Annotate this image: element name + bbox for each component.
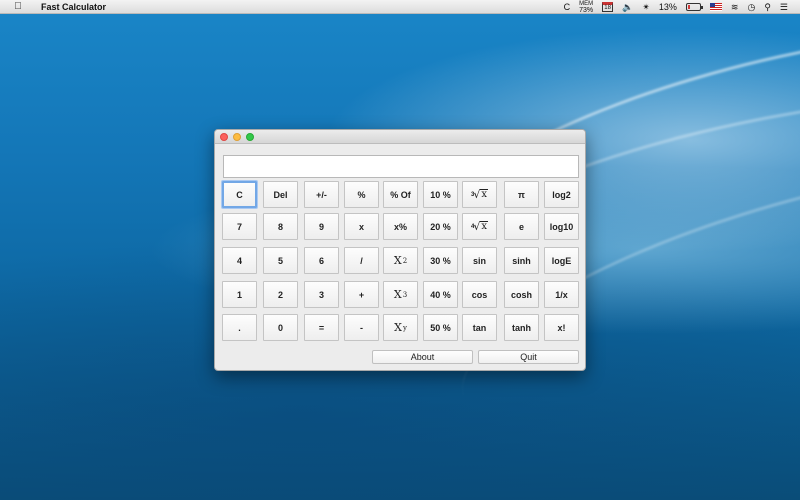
memory-value: 73% (579, 6, 594, 14)
power-base: X (393, 254, 402, 267)
key-add[interactable]: + (344, 281, 379, 308)
key-tan[interactable]: tan (462, 314, 497, 341)
clock-icon[interactable]: ◷ (747, 2, 755, 13)
key-cube[interactable]: X3 (383, 281, 418, 308)
notification-center-icon[interactable]: ☰ (780, 2, 788, 13)
memory-status[interactable]: MEM 73% (579, 1, 593, 14)
key-multiply[interactable]: x (344, 213, 379, 240)
key-clear[interactable]: C (222, 181, 257, 208)
volume-icon[interactable]: 🔈 (622, 2, 633, 13)
key-digit-8[interactable]: 8 (263, 213, 298, 240)
key-cosh[interactable]: cosh (504, 281, 539, 308)
about-button[interactable]: About (372, 350, 473, 364)
key-cos[interactable]: cos (462, 281, 497, 308)
status-area: C MEM 73% 18 🔈 ✴ 13% ≋ ◷ ⚲ ☰ (564, 0, 788, 14)
key-pi[interactable]: π (504, 181, 539, 208)
key-percent[interactable]: % (344, 181, 379, 208)
key-digit-1[interactable]: 1 (222, 281, 257, 308)
key-square[interactable]: X2 (383, 247, 418, 274)
calendar-icon[interactable]: 18 (602, 2, 614, 12)
key-divide[interactable]: / (344, 247, 379, 274)
key-fourth-root[interactable]: 4 √ x (462, 213, 497, 240)
key-50-percent[interactable]: 50 % (423, 314, 458, 341)
key-20-percent[interactable]: 20 % (423, 213, 458, 240)
zoom-window-button[interactable] (246, 133, 254, 141)
key-tanh[interactable]: tanh (504, 314, 539, 341)
key-euler[interactable]: e (504, 213, 539, 240)
power-exponent: 2 (402, 256, 408, 265)
calculator-window: C Del +/-%% Of 10 % 3 √ x π log2 7 8 9 x x% 20 % 4 √ x e lo… (214, 129, 586, 371)
key-digit-0[interactable]: 0 (263, 314, 298, 341)
key-digit-4[interactable]: 4 (222, 247, 257, 274)
radicand: x (480, 189, 488, 200)
app-menu-name[interactable]: Fast Calculator (41, 2, 106, 12)
radical-icon: √ (473, 188, 481, 201)
key-digit-6[interactable]: 6 (304, 247, 339, 274)
key-equals[interactable]: = (304, 314, 339, 341)
close-window-button[interactable] (220, 133, 228, 141)
key-digit-3[interactable]: 3 (304, 281, 339, 308)
battery-percent[interactable]: 13% (659, 2, 677, 12)
key-delete[interactable]: Del (263, 181, 298, 208)
key-cube-root[interactable]: 3 √ x (462, 181, 497, 208)
battery-fill (687, 5, 690, 9)
battery-icon[interactable] (685, 3, 703, 11)
wifi-icon[interactable]: ≋ (731, 2, 739, 13)
key-percent-of[interactable]: % Of (383, 181, 418, 208)
spotlight-search-icon[interactable]: ⚲ (764, 2, 771, 13)
power-base: X (394, 321, 402, 334)
c-status-item[interactable]: C (564, 2, 571, 12)
key-sign[interactable]: +/- (304, 181, 339, 208)
key-sinh[interactable]: sinh (504, 247, 539, 274)
key-40-percent[interactable]: 40 % (423, 281, 458, 308)
key-factorial[interactable]: x! (544, 314, 579, 341)
menu-bar:  Fast Calculator C MEM 73% 18 🔈 ✴ 13% ≋… (0, 0, 800, 14)
key-x-percent[interactable]: x% (383, 213, 418, 240)
input-source-flag-icon[interactable] (709, 3, 722, 11)
radicand: x (480, 221, 488, 232)
key-digit-5[interactable]: 5 (263, 247, 298, 274)
minimize-window-button[interactable] (233, 133, 241, 141)
power-exponent: 3 (402, 290, 408, 299)
key-decimal[interactable]: . (222, 314, 257, 341)
key-digit-9[interactable]: 9 (304, 213, 339, 240)
power-exponent: y (402, 323, 407, 332)
key-digit-2[interactable]: 2 (263, 281, 298, 308)
key-digit-7[interactable]: 7 (222, 213, 257, 240)
keypad: C Del +/-%% Of 10 % 3 √ x π log2 7 8 9 x x% 20 % 4 √ x e lo… (222, 181, 580, 341)
key-log2[interactable]: log2 (544, 181, 579, 208)
radical-icon: √ (473, 220, 481, 233)
key-log10[interactable]: log10 (544, 213, 579, 240)
key-30-percent[interactable]: 30 % (423, 247, 458, 274)
key-power-y[interactable]: Xy (383, 314, 418, 341)
apple-menu-icon[interactable]:  (13, 1, 23, 12)
key-10-percent[interactable]: 10 % (423, 181, 458, 208)
power-base: X (393, 288, 402, 301)
quit-button[interactable]: Quit (478, 350, 579, 364)
calculator-display[interactable] (223, 155, 579, 178)
title-bar[interactable] (215, 130, 585, 144)
key-loge[interactable]: logE (544, 247, 579, 274)
key-reciprocal[interactable]: 1/x (544, 281, 579, 308)
key-subtract[interactable]: - (344, 314, 379, 341)
bluetooth-icon[interactable]: ✴ (642, 2, 650, 13)
key-sin[interactable]: sin (462, 247, 497, 274)
